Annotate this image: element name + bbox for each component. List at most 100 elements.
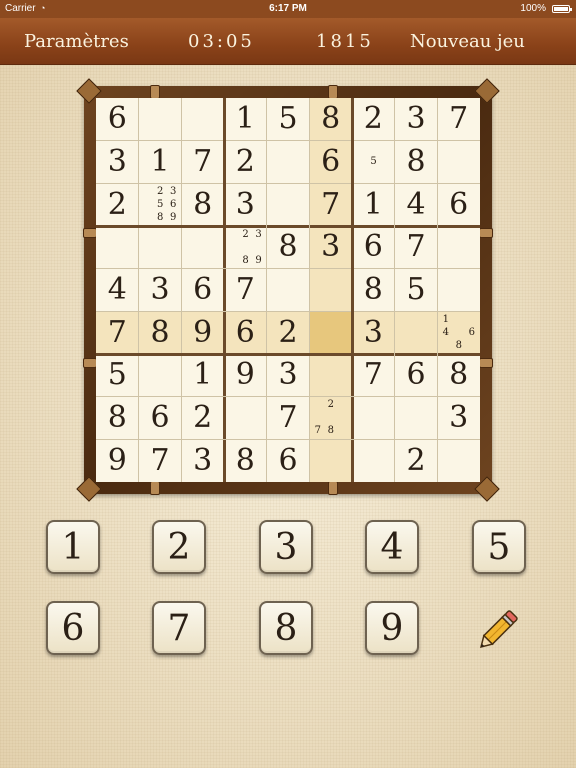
grid-cell[interactable]: 6 bbox=[352, 226, 395, 269]
grid-cell[interactable]: 5 bbox=[96, 354, 139, 397]
grid-cell[interactable]: 8 bbox=[96, 397, 139, 440]
grid-cell[interactable]: 7 bbox=[181, 141, 224, 184]
note-slot bbox=[252, 241, 265, 254]
grid-cell[interactable]: 7 bbox=[309, 183, 352, 226]
grid-cell[interactable]: 2 bbox=[352, 98, 395, 141]
grid-cell[interactable]: 8 bbox=[138, 311, 182, 354]
grid-cell[interactable]: 8 bbox=[352, 269, 395, 312]
grid-cell[interactable]: 6 bbox=[224, 311, 267, 354]
grid-cell[interactable]: 7 bbox=[96, 311, 139, 354]
grid-cell[interactable]: 3 bbox=[96, 141, 139, 184]
grid-cell[interactable] bbox=[181, 226, 224, 269]
grid-cell[interactable]: 3 bbox=[309, 226, 352, 269]
pencil-button[interactable] bbox=[470, 602, 526, 658]
grid-cell[interactable] bbox=[394, 311, 438, 354]
grid-cell[interactable]: 3 bbox=[224, 183, 267, 226]
grid-cell[interactable]: 2 bbox=[224, 141, 267, 184]
grid-cell[interactable] bbox=[395, 397, 438, 440]
grid-cell[interactable]: 2 bbox=[395, 439, 438, 482]
grid-cell[interactable]: 1 bbox=[181, 354, 224, 397]
grid-cell[interactable]: 6 bbox=[395, 354, 438, 397]
grid-cell[interactable] bbox=[267, 183, 310, 226]
grid-cell[interactable]: 6 bbox=[181, 269, 224, 312]
grid-cell[interactable]: 6 bbox=[437, 183, 480, 226]
grid-cell[interactable]: 9 bbox=[181, 311, 224, 354]
grid-cell[interactable]: 8 bbox=[224, 439, 267, 482]
digit-button-7[interactable]: 7 bbox=[152, 601, 206, 655]
grid-cell[interactable]: 3 bbox=[181, 439, 224, 482]
grid-cell[interactable]: 23 89 bbox=[224, 226, 267, 269]
grid-cell[interactable] bbox=[139, 354, 182, 397]
grid-cell[interactable]: 3 bbox=[267, 354, 310, 397]
new-game-button[interactable]: Nouveau jeu bbox=[410, 31, 525, 53]
grid-cell[interactable]: 8 bbox=[437, 354, 480, 397]
grid-cell[interactable]: 1 bbox=[224, 98, 267, 141]
grid-cell[interactable]: 5 bbox=[267, 98, 310, 141]
grid-cell[interactable]: 7 bbox=[395, 226, 438, 269]
grid-cell[interactable] bbox=[309, 354, 352, 397]
grid-cell[interactable]: 7 bbox=[224, 269, 267, 312]
grid-cell[interactable]: 5 bbox=[395, 269, 438, 312]
grid-cell[interactable] bbox=[267, 269, 310, 312]
grid-cell[interactable]: 6 bbox=[96, 98, 139, 141]
grid-cell[interactable]: 9 bbox=[96, 439, 139, 482]
grid-cell[interactable] bbox=[437, 141, 480, 184]
grid-cell[interactable]: 7 bbox=[267, 397, 310, 440]
digit-button-6[interactable]: 6 bbox=[46, 601, 100, 655]
grid-cell[interactable]: 8 bbox=[309, 98, 352, 141]
grid-cell[interactable] bbox=[309, 439, 352, 482]
grid-cell[interactable] bbox=[437, 439, 480, 482]
grid-cell[interactable]: 6 bbox=[309, 140, 352, 184]
grid-cell[interactable] bbox=[309, 311, 352, 354]
grid-cell[interactable] bbox=[96, 226, 139, 269]
grid-cell[interactable]: 3 bbox=[395, 98, 438, 141]
grid-cell[interactable]: 9 bbox=[224, 354, 267, 397]
grid-cell[interactable] bbox=[139, 226, 182, 269]
digit-button-1[interactable]: 1 bbox=[46, 520, 100, 574]
note-slot bbox=[354, 143, 367, 156]
grid-cell[interactable]: 3 bbox=[437, 397, 480, 440]
grid-cell[interactable]: 6 bbox=[267, 439, 310, 482]
grid-cell[interactable]: 2 78 bbox=[309, 396, 352, 440]
pencil-notes: 14 68 bbox=[439, 313, 478, 352]
note-digit: 7 bbox=[314, 425, 322, 437]
grid-cell[interactable]: 8 bbox=[267, 226, 310, 269]
grid-cell[interactable] bbox=[181, 98, 224, 141]
grid-cell[interactable] bbox=[224, 397, 267, 440]
grid-cell[interactable]: 3 bbox=[139, 269, 182, 312]
grid-cell[interactable]: 7 bbox=[352, 354, 395, 397]
grid-cell[interactable]: 6 bbox=[139, 397, 182, 440]
grid-cell[interactable]: 1 bbox=[139, 141, 182, 184]
digit-button-3[interactable]: 3 bbox=[259, 520, 313, 574]
grid-cell[interactable]: 5 bbox=[352, 141, 395, 184]
note-digit: 5 bbox=[370, 156, 377, 168]
grid-cell[interactable]: 3 bbox=[352, 311, 395, 354]
grid-cell[interactable] bbox=[139, 98, 182, 141]
settings-button[interactable]: Paramètres bbox=[24, 31, 129, 53]
digit-button-9[interactable]: 9 bbox=[365, 601, 419, 655]
digit-button-5[interactable]: 5 bbox=[472, 520, 526, 574]
grid-cell[interactable]: 7 bbox=[139, 439, 182, 482]
grid-cell[interactable]: 2 bbox=[266, 311, 310, 354]
grid-cell[interactable]: 4 bbox=[395, 183, 438, 226]
grid-cell[interactable]: 14 68 bbox=[437, 311, 480, 354]
grid-cell[interactable]: 7 bbox=[437, 98, 480, 141]
grid-cell[interactable]: 235689 bbox=[139, 183, 182, 226]
grid-cell[interactable]: 2 bbox=[181, 397, 224, 440]
grid-cell[interactable] bbox=[437, 269, 480, 312]
grid-cell[interactable] bbox=[352, 439, 395, 482]
grid-cell[interactable]: 4 bbox=[96, 269, 139, 312]
digit-button-2[interactable]: 2 bbox=[152, 520, 206, 574]
grid-cell[interactable] bbox=[352, 397, 395, 440]
grid-cell[interactable] bbox=[267, 141, 310, 184]
grid-cell[interactable]: 1 bbox=[352, 183, 395, 226]
grid-cell[interactable] bbox=[309, 268, 352, 312]
digit-button-4[interactable]: 4 bbox=[365, 520, 419, 574]
grid-cell[interactable]: 2 bbox=[96, 183, 139, 226]
note-slot bbox=[439, 339, 452, 352]
digit-button-8[interactable]: 8 bbox=[259, 601, 313, 655]
grid-cell[interactable]: 8 bbox=[181, 183, 224, 226]
grid-cell[interactable] bbox=[437, 226, 480, 269]
note-digit: 4 bbox=[442, 326, 450, 338]
grid-cell[interactable]: 8 bbox=[395, 141, 438, 184]
